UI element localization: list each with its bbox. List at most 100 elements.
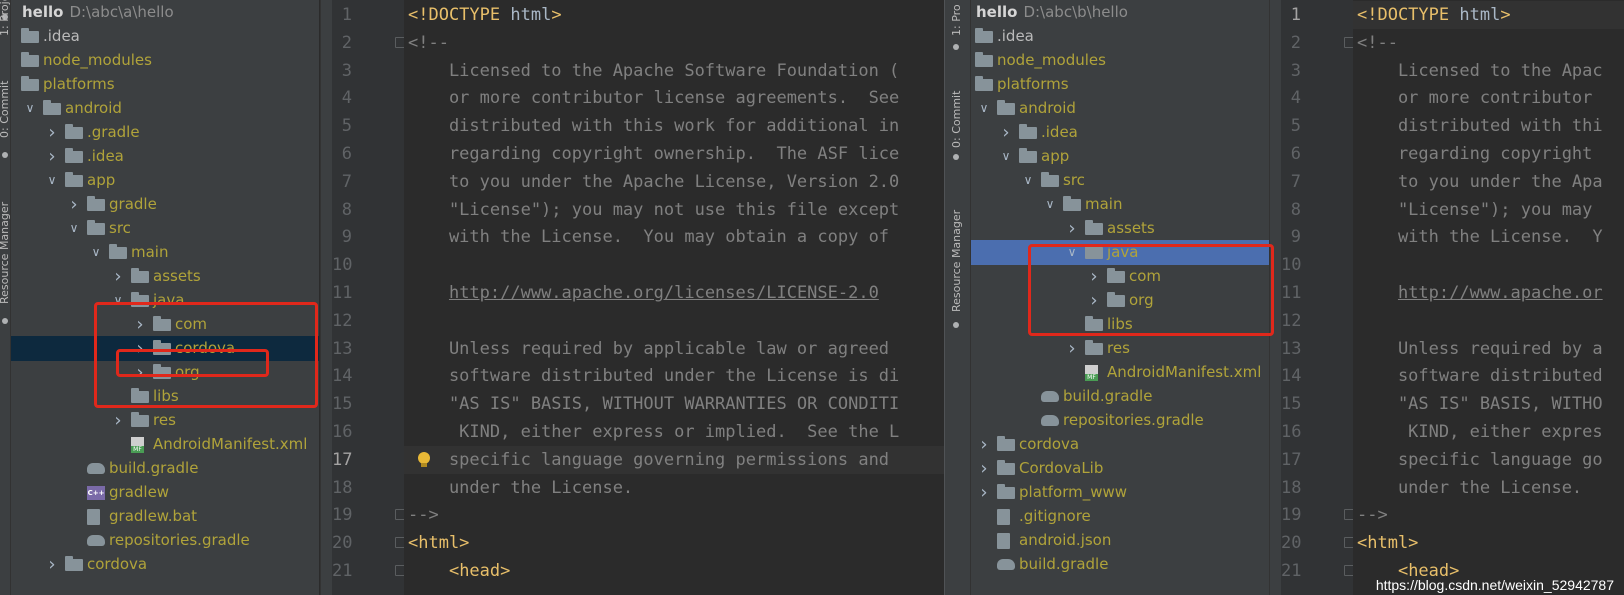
right-commit-tool-tab[interactable]: 0: Commit: [950, 91, 963, 148]
right-project-tool-icon[interactable]: [953, 44, 959, 50]
tree-row-gradle[interactable]: › gradle: [11, 192, 319, 217]
tree-item-label: AndroidManifest.xml: [1107, 360, 1261, 385]
tree-item-name: platforms: [43, 75, 115, 93]
line-number: 19: [1281, 505, 1302, 526]
tree-row-platforms[interactable]: platforms: [11, 72, 319, 97]
line-number: 3: [1290, 60, 1301, 81]
tree-row-assets[interactable]: › assets: [971, 216, 1269, 241]
tree-row-node-modules[interactable]: node_modules: [11, 48, 319, 73]
commit-tool-icon[interactable]: [2, 152, 8, 158]
tree-row-idea[interactable]: .idea: [11, 24, 319, 49]
tree-row-repositories-gradle[interactable]: repositories.gradle: [11, 528, 319, 553]
tree-row-src[interactable]: ∨ src: [11, 216, 319, 241]
tree-row-main[interactable]: ∨ main: [11, 240, 319, 265]
right-resource-manager-tab[interactable]: Resource Manager: [950, 210, 963, 312]
tree-row-android-json[interactable]: android.json: [971, 528, 1269, 553]
tree-item-name: hello: [976, 3, 1018, 21]
chevron-down-icon[interactable]: ∨: [67, 216, 81, 241]
chevron-down-icon[interactable]: ∨: [999, 144, 1013, 169]
chevron-right-icon[interactable]: ›: [1065, 216, 1079, 241]
tree-item-name: .idea: [1041, 123, 1078, 141]
tree-row-node-modules[interactable]: node_modules: [971, 48, 1269, 73]
resource-manager-tool-tab[interactable]: Resource Manager: [0, 202, 10, 304]
chevron-right-icon[interactable]: ›: [977, 456, 991, 481]
chevron-right-icon[interactable]: ›: [977, 480, 991, 505]
code-line: with the License. You may obtain a copy …: [408, 227, 890, 248]
chevron-down-icon[interactable]: ∨: [1021, 168, 1035, 193]
chevron-down-icon[interactable]: ∨: [977, 96, 991, 121]
tree-row-androidmanifest-xml[interactable]: AndroidManifest.xml: [11, 432, 319, 457]
tree-row-platforms[interactable]: platforms: [971, 72, 1269, 97]
tree-row-build-gradle[interactable]: build.gradle: [971, 552, 1269, 577]
right-commit-tool-icon[interactable]: [953, 154, 959, 160]
project-tool-tab[interactable]: 1: Project: [0, 0, 10, 36]
tree-row-android[interactable]: ∨ android: [11, 96, 319, 121]
tree-row-hello[interactable]: hello D:\abc\a\hello: [11, 0, 319, 25]
line-number: 7: [1290, 171, 1301, 192]
tree-row-hello[interactable]: hello D:\abc\b\hello: [971, 0, 1269, 25]
tree-row-idea[interactable]: › .idea: [971, 120, 1269, 145]
tree-row-gradlew[interactable]: C++ gradlew: [11, 480, 319, 505]
tree-row-idea[interactable]: .idea: [971, 24, 1269, 49]
left-tree-scrollbar[interactable]: [320, 0, 332, 595]
code-line: or more contributor license agreements. …: [408, 88, 900, 109]
right-project-tool-tab[interactable]: 1: Pro: [950, 4, 963, 36]
right-resource-manager-icon[interactable]: [953, 322, 959, 328]
left-editor[interactable]: <!DOCTYPE html> <!-- Licensed to the Apac…: [404, 0, 944, 595]
chevron-right-icon[interactable]: ›: [67, 192, 81, 217]
tree-row-res[interactable]: › res: [971, 336, 1269, 361]
tree-item-name: android: [1019, 99, 1076, 117]
tree-item-label: repositories.gradle: [109, 528, 250, 553]
chevron-down-icon[interactable]: ∨: [45, 168, 59, 193]
tree-row-platform-www[interactable]: › platform_www: [971, 480, 1269, 505]
folder-icon: [65, 556, 83, 571]
tree-row-gradlew-bat[interactable]: gradlew.bat: [11, 504, 319, 529]
chevron-down-icon[interactable]: ∨: [23, 96, 37, 121]
commit-tool-tab[interactable]: 0: Commit: [0, 81, 10, 138]
code-line: regarding copyright ownership. The ASF l…: [408, 144, 900, 164]
tree-row-cordovalib[interactable]: › CordovaLib: [971, 456, 1269, 481]
tree-row-assets[interactable]: › assets: [11, 264, 319, 289]
resource-manager-icon[interactable]: [2, 318, 8, 324]
tree-row-app[interactable]: ∨ app: [11, 168, 319, 193]
tree-row-res[interactable]: › res: [11, 408, 319, 433]
chevron-right-icon[interactable]: ›: [111, 264, 125, 289]
chevron-right-icon[interactable]: ›: [45, 552, 59, 577]
tree-row-android[interactable]: ∨ android: [971, 96, 1269, 121]
code-line: KIND, either express or implied. See the…: [408, 422, 900, 442]
tree-row-build-gradle[interactable]: build.gradle: [11, 456, 319, 481]
intention-bulb-icon[interactable]: [418, 451, 430, 467]
tree-row-src[interactable]: ∨ src: [971, 168, 1269, 193]
code-line: to you under the Apa: [1357, 171, 1603, 192]
tree-row-build-gradle[interactable]: build.gradle: [971, 384, 1269, 409]
chevron-right-icon[interactable]: ›: [977, 432, 991, 457]
chevron-right-icon[interactable]: ›: [45, 120, 59, 145]
tree-row-gradle[interactable]: › .gradle: [11, 120, 319, 145]
line-number: 1: [341, 5, 352, 25]
chevron-right-icon[interactable]: ›: [111, 408, 125, 433]
chevron-right-icon[interactable]: ›: [45, 144, 59, 169]
chevron-right-icon[interactable]: ›: [999, 120, 1013, 145]
right-editor[interactable]: <!DOCTYPE html> <!-- Licensed to the Apac…: [1353, 0, 1624, 595]
tree-row-app[interactable]: ∨ app: [971, 144, 1269, 169]
tree-item-name: app: [87, 171, 116, 189]
chevron-down-icon[interactable]: ∨: [1043, 192, 1057, 217]
tree-item-label: node_modules: [997, 48, 1106, 73]
gradle-icon: [87, 463, 105, 474]
tree-row-androidmanifest-xml[interactable]: AndroidManifest.xml: [971, 360, 1269, 385]
line-number: 11: [1281, 283, 1302, 303]
tree-item-name: app: [1041, 147, 1070, 165]
tree-row-cordova[interactable]: › cordova: [11, 552, 319, 577]
chevron-down-icon[interactable]: ∨: [89, 240, 103, 265]
chevron-right-icon[interactable]: ›: [1065, 336, 1079, 361]
tree-row-main[interactable]: ∨ main: [971, 192, 1269, 217]
tree-row-cordova[interactable]: › cordova: [971, 432, 1269, 457]
code-line: under the License.: [1357, 477, 1583, 498]
folder-icon: [1041, 172, 1059, 187]
tree-row-idea[interactable]: › .idea: [11, 144, 319, 169]
code-line: Unless required by a: [1357, 338, 1603, 359]
project-path: D:\abc\a\hello: [69, 3, 174, 21]
tree-item-name: .gradle: [87, 123, 140, 141]
tree-row-repositories-gradle[interactable]: repositories.gradle: [971, 408, 1269, 433]
tree-row-gitignore[interactable]: .gitignore: [971, 504, 1269, 529]
